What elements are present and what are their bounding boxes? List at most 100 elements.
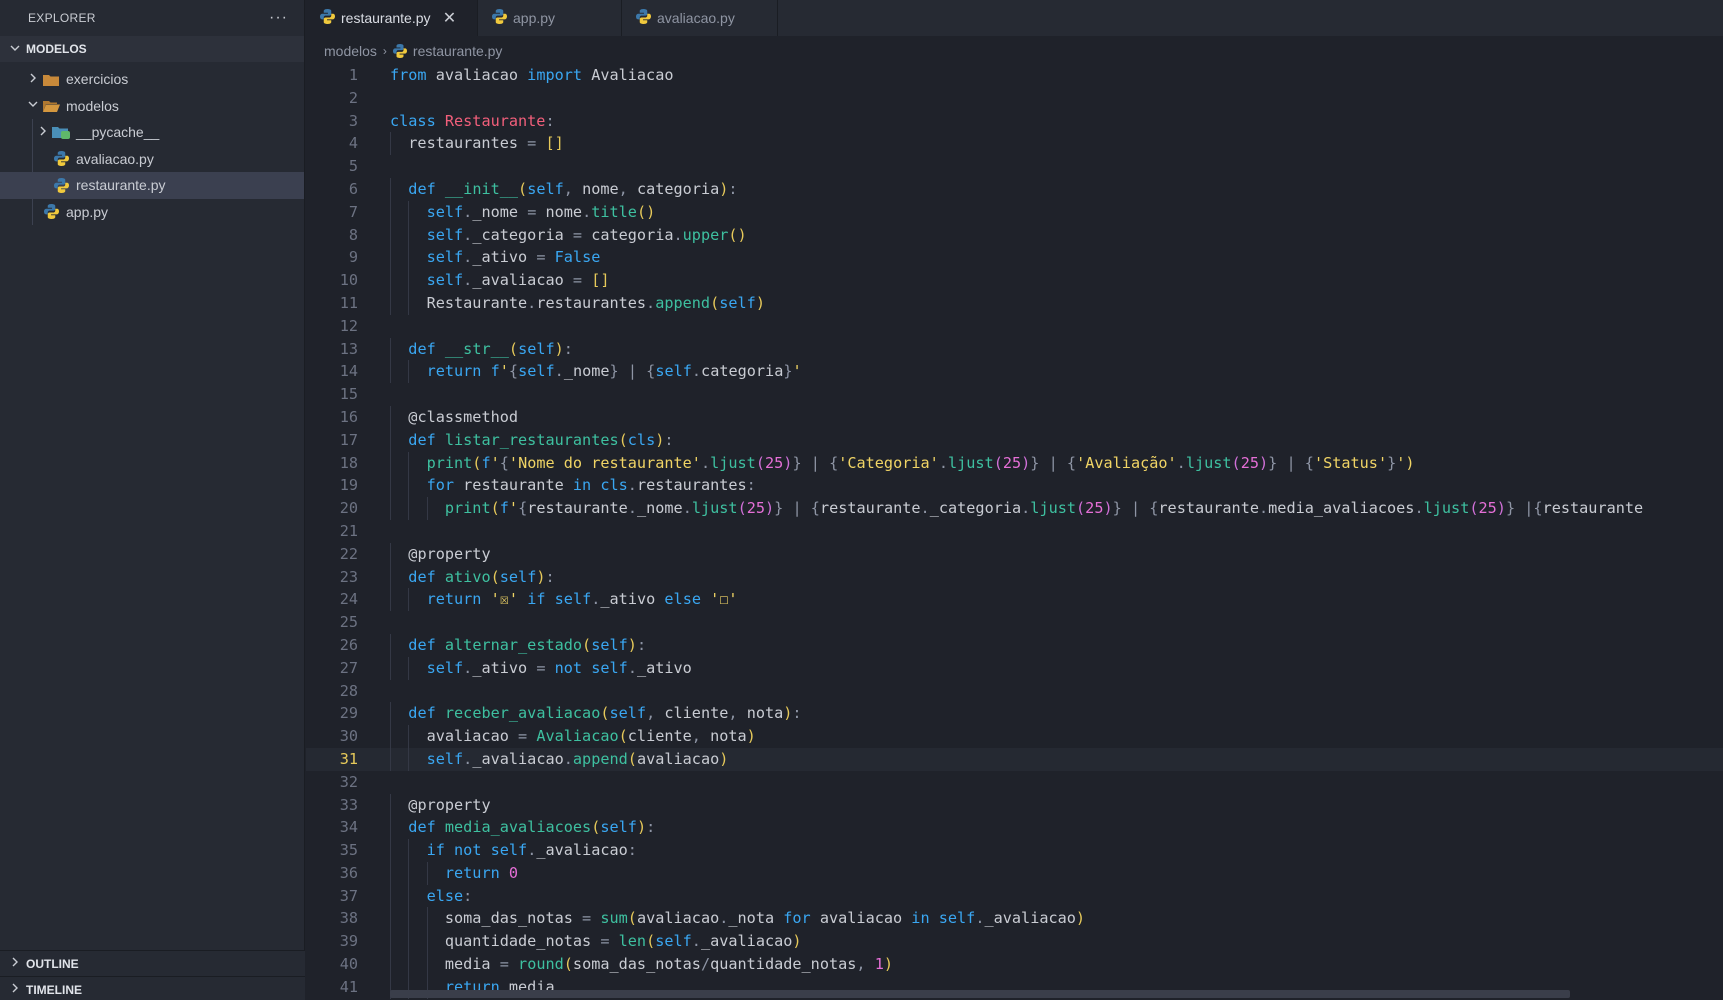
code-line[interactable]: 11 Restaurante.restaurantes.append(self) bbox=[306, 291, 1723, 315]
close-icon[interactable]: ✕ bbox=[443, 8, 457, 28]
code-text: def media_avaliacoes(self): bbox=[408, 818, 656, 837]
line-number: 40 bbox=[339, 955, 358, 974]
code-line[interactable]: 31 self._avaliacao.append(avaliacao) bbox=[306, 747, 1723, 771]
pycache-folder-icon bbox=[50, 125, 72, 140]
code-line[interactable]: 1 from avaliacao import Avaliacao bbox=[306, 64, 1723, 87]
line-number: 8 bbox=[348, 225, 358, 244]
line-number: 14 bbox=[339, 362, 358, 381]
code-line[interactable]: 8 self._categoria = categoria.upper() bbox=[306, 223, 1723, 247]
code-line[interactable]: 39 quantidade_notas = len(self._avaliaca… bbox=[306, 930, 1723, 954]
code-line[interactable]: 14 return f'{self._nome} | {self.categor… bbox=[306, 360, 1723, 384]
code-line[interactable]: 28 bbox=[306, 680, 1723, 703]
code-text: restaurantes = [] bbox=[390, 134, 564, 153]
code-text: soma_das_notas = sum(avaliacao._nota for… bbox=[390, 909, 1086, 928]
line-number: 9 bbox=[348, 248, 358, 267]
workspace-section-header[interactable]: MODELOS bbox=[0, 36, 304, 62]
code-line[interactable]: 37 else: bbox=[306, 884, 1723, 908]
file-tree: exercicios modelos __pycache__ avaliacao… bbox=[0, 62, 304, 225]
code-text: @property bbox=[408, 544, 491, 563]
code-line[interactable]: 24 return '☒' if self._ativo else '☐' bbox=[306, 588, 1723, 612]
code-line[interactable]: 3 class Restaurante: bbox=[306, 110, 1723, 133]
code-text: self._categoria = categoria.upper() bbox=[426, 225, 747, 244]
tree-folder-modelos[interactable]: modelos bbox=[0, 93, 304, 120]
code-line[interactable]: 20 print(f'{restaurante._nome.ljust(25)}… bbox=[306, 497, 1723, 520]
code-line[interactable]: 23 def ativo(self): bbox=[306, 565, 1723, 589]
code-line[interactable]: 4 restaurantes = [] bbox=[306, 132, 1723, 156]
tab-label: app.py bbox=[513, 10, 556, 26]
code-text: quantidade_notas = len(self._avaliacao) bbox=[390, 932, 802, 951]
outline-section-header[interactable]: OUTLINE bbox=[0, 950, 305, 976]
code-line[interactable]: 19 for restaurante in cls.restaurantes: bbox=[306, 474, 1723, 498]
code-text: def listar_restaurantes(cls): bbox=[408, 430, 674, 449]
code-line[interactable]: 30 avaliacao = Avaliacao(cliente, nota) bbox=[306, 725, 1723, 748]
code-line[interactable]: 35 if not self._avaliacao: bbox=[306, 839, 1723, 862]
code-line[interactable]: 22 @property bbox=[306, 542, 1723, 566]
line-number: 7 bbox=[348, 202, 358, 221]
tree-item-label: app.py bbox=[66, 203, 109, 220]
line-number: 38 bbox=[339, 909, 358, 928]
code-text: def __init__(self, nome, categoria): bbox=[408, 179, 738, 198]
chevron-down-icon bbox=[10, 43, 26, 56]
code-line[interactable]: 25 bbox=[306, 611, 1723, 634]
tree-folder-pycache[interactable]: __pycache__ bbox=[0, 119, 304, 146]
line-number: 25 bbox=[339, 613, 358, 632]
tree-file-app[interactable]: app.py bbox=[0, 199, 304, 226]
line-number: 28 bbox=[339, 681, 358, 700]
code-line[interactable]: 33 @property bbox=[306, 793, 1723, 817]
chevron-right-icon bbox=[10, 957, 26, 970]
code-line[interactable]: 34 def media_avaliacoes(self): bbox=[306, 816, 1723, 840]
code-line[interactable]: 40 media = round(soma_das_notas/quantida… bbox=[306, 953, 1723, 976]
workspace-name: MODELOS bbox=[26, 42, 87, 56]
breadcrumb-folder[interactable]: modelos bbox=[324, 43, 377, 59]
code-text: class Restaurante: bbox=[390, 111, 555, 130]
code-line[interactable]: 10 self._avaliacao = [] bbox=[306, 269, 1723, 292]
code-text: self._nome = nome.title() bbox=[426, 202, 656, 221]
code-line[interactable]: 18 print(f'{'Nome do restaurante'.ljust(… bbox=[306, 451, 1723, 475]
tab-app[interactable]: app.py bbox=[478, 0, 622, 36]
code-line[interactable]: 13 def __str__(self): bbox=[306, 337, 1723, 361]
line-number: 6 bbox=[348, 179, 358, 198]
breadcrumb-file[interactable]: restaurante.py bbox=[413, 43, 503, 59]
code-line[interactable]: 5 bbox=[306, 155, 1723, 178]
code-line[interactable]: 15 bbox=[306, 383, 1723, 406]
tree-file-avaliacao[interactable]: avaliacao.py bbox=[0, 146, 304, 173]
code-line[interactable]: 38 soma_das_notas = sum(avaliacao._nota … bbox=[306, 907, 1723, 931]
more-actions-button[interactable]: ··· bbox=[269, 9, 288, 27]
code-text: self._avaliacao = [] bbox=[426, 271, 610, 290]
code-line[interactable]: 9 self._ativo = False bbox=[306, 246, 1723, 270]
tree-folder-exercicios[interactable]: exercicios bbox=[0, 66, 304, 93]
explorer-sidebar: EXPLORER ··· MODELOS exercicios modelos … bbox=[0, 0, 305, 1000]
code-line[interactable]: 32 bbox=[306, 771, 1723, 794]
code-line[interactable]: 29 def receber_avaliacao(self, cliente, … bbox=[306, 702, 1723, 726]
code-line[interactable]: 16 @classmethod bbox=[306, 405, 1723, 429]
breadcrumb-separator: › bbox=[382, 44, 387, 58]
code-line[interactable]: 17 def listar_restaurantes(cls): bbox=[306, 428, 1723, 452]
horizontal-scrollbar[interactable] bbox=[390, 990, 1570, 998]
code-editor[interactable]: 1 from avaliacao import Avaliacao 2 3 class … bbox=[306, 64, 1723, 1000]
tab-restaurante[interactable]: restaurante.py ✕ bbox=[306, 0, 478, 36]
code-text: self._ativo = False bbox=[426, 248, 601, 267]
code-line[interactable]: 12 bbox=[306, 315, 1723, 338]
code-line[interactable]: 21 bbox=[306, 520, 1723, 543]
code-line[interactable]: 2 bbox=[306, 87, 1723, 110]
line-number: 5 bbox=[348, 157, 358, 176]
tree-file-restaurante[interactable]: restaurante.py bbox=[0, 172, 304, 199]
code-line[interactable]: 7 self._nome = nome.title() bbox=[306, 200, 1723, 224]
line-number: 21 bbox=[339, 521, 358, 540]
editor-area: restaurante.py ✕ app.py avaliacao.py mod… bbox=[306, 0, 1723, 1000]
line-number: 19 bbox=[339, 476, 358, 495]
code-line[interactable]: 26 def alternar_estado(self): bbox=[306, 633, 1723, 657]
code-text: @property bbox=[408, 795, 491, 814]
code-line[interactable]: 27 self._ativo = not self._ativo bbox=[306, 656, 1723, 680]
line-number: 22 bbox=[339, 544, 358, 563]
python-file-icon bbox=[392, 44, 407, 58]
tab-avaliacao[interactable]: avaliacao.py bbox=[622, 0, 778, 36]
breadcrumb: modelos › restaurante.py bbox=[306, 36, 1723, 66]
line-number: 16 bbox=[339, 407, 358, 426]
code-line[interactable]: 36 return 0 bbox=[306, 861, 1723, 885]
python-file-icon bbox=[50, 151, 72, 167]
code-line[interactable]: 6 def __init__(self, nome, categoria): bbox=[306, 177, 1723, 201]
timeline-section-header[interactable]: TIMELINE bbox=[0, 976, 305, 1000]
line-number: 2 bbox=[348, 88, 358, 107]
chevron-right-icon bbox=[36, 126, 50, 139]
